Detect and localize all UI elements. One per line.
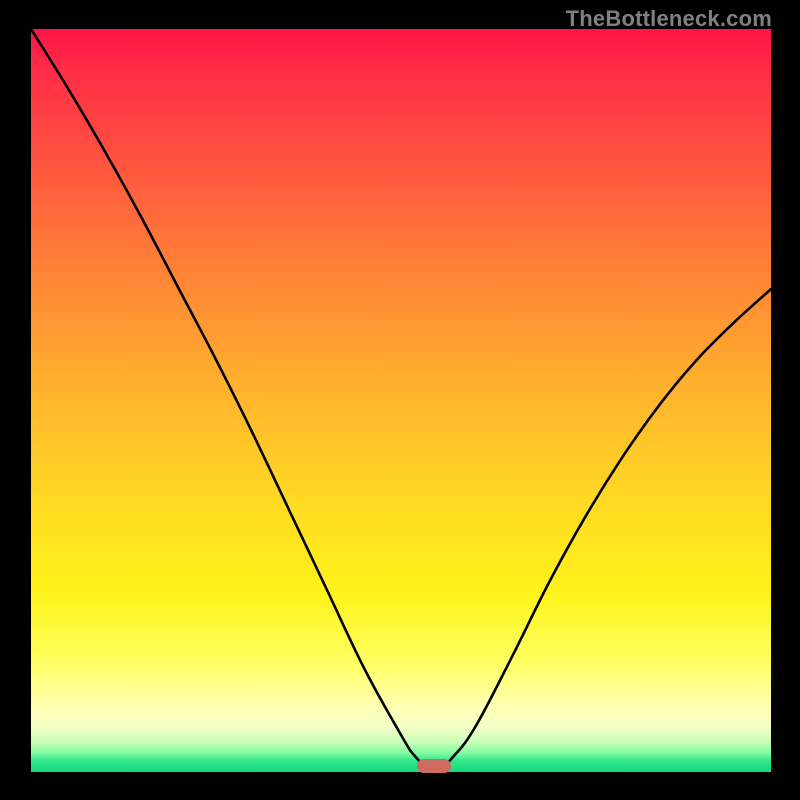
bottleneck-curve xyxy=(31,29,771,772)
watermark-text: TheBottleneck.com xyxy=(566,6,772,32)
chart-frame: TheBottleneck.com xyxy=(0,0,800,800)
optimum-marker xyxy=(417,759,451,773)
